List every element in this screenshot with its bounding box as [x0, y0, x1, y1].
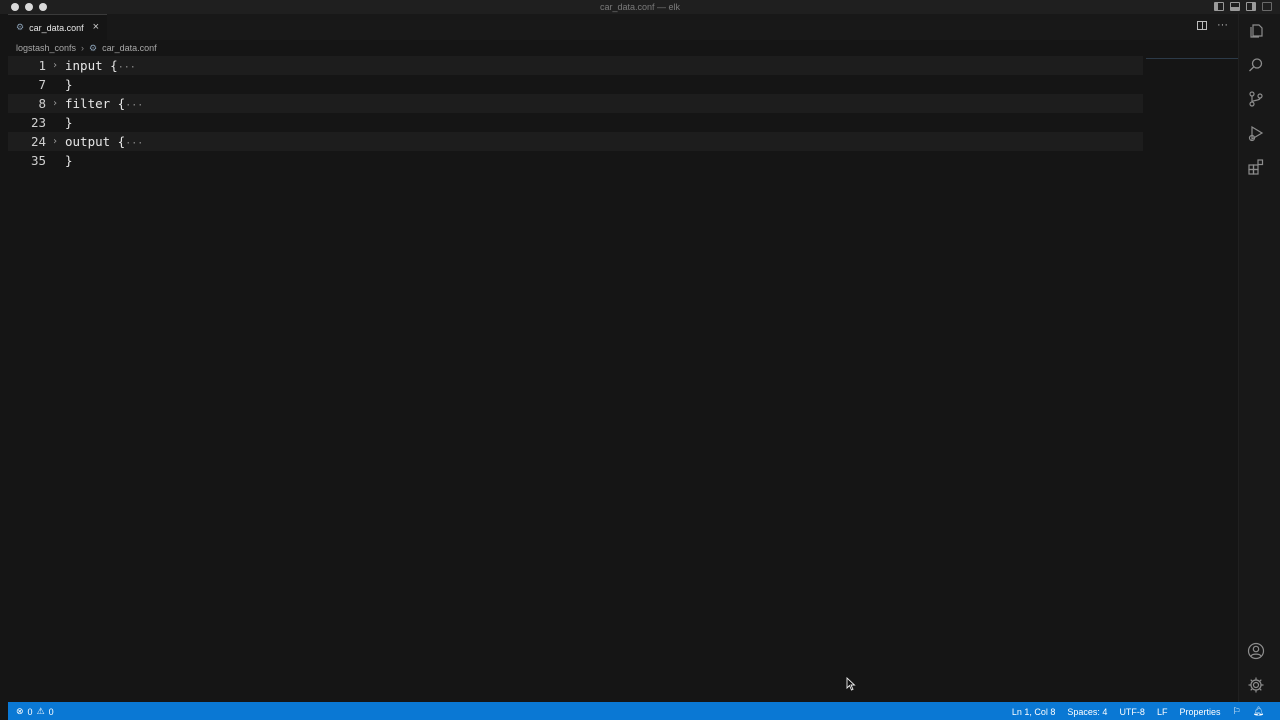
fold-chevron-icon[interactable]: ›	[52, 94, 58, 113]
editor-tab-bar: ⚙ car_data.conf × ···	[8, 14, 1238, 40]
settings-gear-icon[interactable]	[1247, 676, 1265, 694]
folded-ellipsis[interactable]: ···	[125, 138, 143, 149]
code-line[interactable]: 24 › output {···	[8, 132, 1143, 151]
vscode-window: car_data.conf — elk ⚙ car_data.conf × ··…	[0, 0, 1280, 720]
warning-count: 0	[48, 706, 54, 717]
error-icon: ⊗	[16, 706, 24, 716]
status-bar: ⊗ 0 ⚠ 0 Ln 1, Col 8 Spaces: 4 UTF-8 LF P…	[8, 702, 1280, 720]
more-actions-icon[interactable]: ···	[1217, 20, 1228, 31]
code-line[interactable]: 23 }	[8, 113, 1143, 132]
code-line[interactable]: 35 }	[8, 151, 1143, 170]
code-text: filter {···	[65, 96, 144, 111]
code-text: }	[65, 115, 73, 130]
split-editor-icon[interactable]	[1197, 21, 1207, 30]
fold-chevron-icon[interactable]: ›	[52, 132, 58, 151]
notifications-bell-icon[interactable]: 🔔︎	[1253, 706, 1264, 717]
code-line[interactable]: 1 › input {···	[8, 56, 1143, 75]
feedback-icon[interactable]: ⚐	[1232, 706, 1240, 717]
end-of-line[interactable]: LF	[1157, 707, 1168, 717]
search-icon[interactable]	[1247, 56, 1265, 74]
code-line[interactable]: 7 }	[8, 75, 1143, 94]
tab-label: car_data.conf	[29, 22, 84, 33]
layout-controls	[1214, 2, 1272, 11]
cursor-position[interactable]: Ln 1, Col 8	[1012, 707, 1056, 717]
toggle-panel-icon[interactable]	[1230, 2, 1240, 11]
code-text: input {···	[65, 58, 136, 73]
line-number: 7	[38, 77, 46, 92]
line-number: 35	[30, 153, 46, 168]
editor-actions: ···	[1197, 20, 1228, 31]
code-text: }	[65, 77, 73, 92]
tab-car-data-conf[interactable]: ⚙ car_data.conf ×	[8, 14, 108, 40]
status-right-items: Ln 1, Col 8 Spaces: 4 UTF-8 LF Propertie…	[1012, 706, 1264, 717]
warning-icon: ⚠	[36, 706, 45, 716]
run-debug-icon[interactable]	[1247, 124, 1265, 142]
encoding[interactable]: UTF-8	[1119, 707, 1145, 717]
problems-indicator[interactable]: ⊗ 0 ⚠ 0	[16, 706, 54, 717]
language-mode[interactable]: Properties	[1179, 707, 1220, 717]
mouse-pointer-icon	[846, 677, 856, 691]
line-number: 8	[38, 96, 46, 111]
window-title: car_data.conf — elk	[599, 2, 681, 12]
explorer-icon[interactable]	[1247, 22, 1265, 40]
close-icon[interactable]: ×	[93, 22, 99, 33]
gear-icon: ⚙	[89, 42, 98, 53]
toggle-secondary-sidebar-icon[interactable]	[1246, 2, 1256, 11]
line-number: 24	[30, 134, 46, 149]
code-text: output {···	[65, 134, 144, 149]
error-count: 0	[27, 706, 33, 717]
minimap[interactable]	[1146, 58, 1238, 60]
activity-bar	[1238, 14, 1280, 702]
fold-chevron-icon[interactable]: ›	[52, 56, 58, 75]
line-number: 1	[38, 58, 46, 73]
indentation[interactable]: Spaces: 4	[1067, 707, 1107, 717]
breadcrumb-folder[interactable]: logstash_confs	[16, 43, 76, 53]
folded-ellipsis[interactable]: ···	[118, 62, 136, 73]
breadcrumb: logstash_confs › ⚙ car_data.conf	[16, 41, 157, 55]
toggle-primary-sidebar-icon[interactable]	[1214, 2, 1224, 11]
code-editor[interactable]: 1 › input {··· 7 } 8 › filter {··· 23 } …	[8, 56, 1238, 702]
breadcrumb-file[interactable]: car_data.conf	[102, 43, 157, 53]
folded-ellipsis[interactable]: ···	[125, 100, 143, 111]
account-icon[interactable]	[1247, 642, 1265, 660]
line-number: 23	[30, 115, 46, 130]
customize-layout-icon[interactable]	[1262, 2, 1272, 11]
code-line[interactable]: 8 › filter {···	[8, 94, 1143, 113]
title-bar: car_data.conf — elk	[0, 0, 1280, 14]
code-text: }	[65, 153, 73, 168]
chevron-right-icon: ›	[81, 43, 85, 53]
gear-icon: ⚙	[16, 22, 25, 32]
source-control-icon[interactable]	[1247, 90, 1265, 108]
extensions-icon[interactable]	[1247, 158, 1265, 176]
